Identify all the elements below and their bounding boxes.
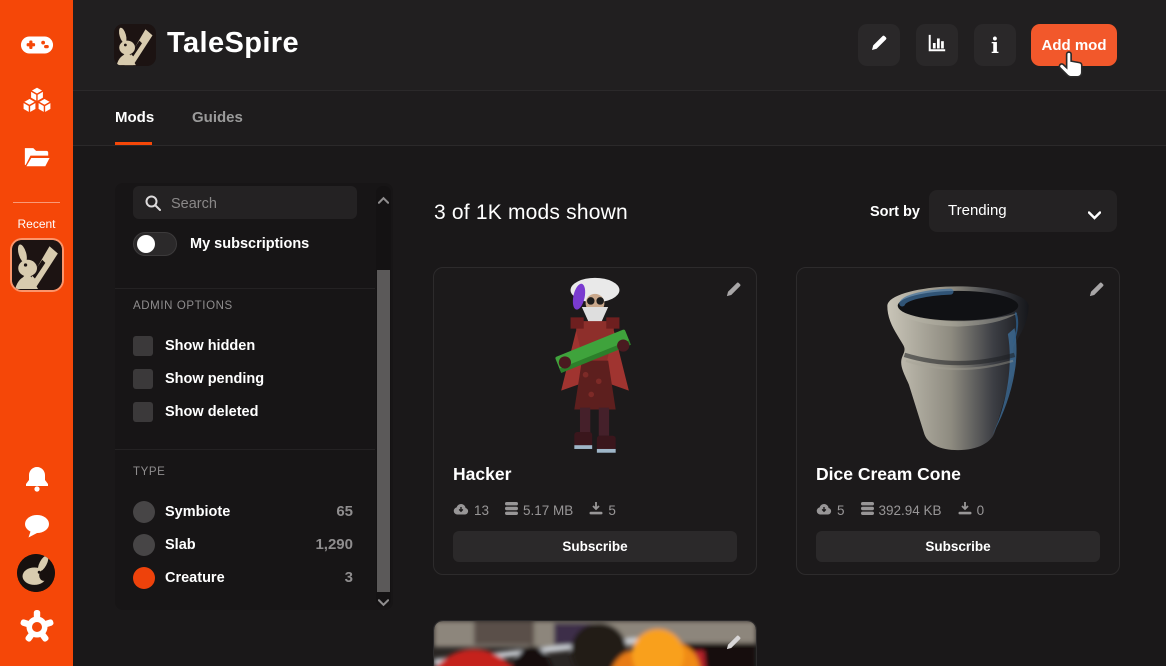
mod-stats: 13 5.17 MB 5	[453, 502, 616, 518]
checkbox-label: Show deleted	[165, 402, 258, 422]
filesize-stack-icon	[861, 502, 874, 518]
subscribers-value: 0	[977, 503, 985, 518]
type-section-title: TYPE	[133, 466, 165, 478]
type-count: 3	[345, 567, 353, 589]
filesize-value: 392.94 KB	[879, 503, 942, 518]
subscribers-value: 5	[608, 503, 616, 518]
search-input[interactable]	[169, 186, 353, 221]
type-count: 65	[336, 501, 353, 523]
bar-chart-icon	[927, 33, 947, 58]
main-content: My subscriptions ADMIN OPTIONS Show hidd…	[73, 146, 1166, 666]
page-header: TaleSpire i Add mod	[73, 0, 1166, 91]
checkbox-label: Show hidden	[165, 336, 255, 356]
mod-title: Dice Cream Cone	[816, 464, 961, 485]
sort-dropdown[interactable]: Trending	[929, 190, 1117, 232]
type-filter-slab[interactable]: Slab 1,290	[133, 534, 357, 556]
my-subscriptions-toggle[interactable]	[133, 232, 177, 256]
checkbox-box[interactable]	[133, 402, 153, 422]
radio-circle-selected[interactable]	[133, 567, 155, 589]
tab-bar: Mods Guides	[73, 91, 1166, 146]
gamepad-icon[interactable]	[20, 33, 54, 62]
toggle-knob	[137, 235, 155, 253]
user-avatar[interactable]	[17, 554, 55, 592]
subscribe-button[interactable]: Subscribe	[453, 531, 737, 562]
radio-circle[interactable]	[133, 501, 155, 523]
filter-panel: My subscriptions ADMIN OPTIONS Show hidd…	[115, 183, 393, 610]
chevron-down-icon	[1088, 207, 1101, 225]
mod-thumbnail-dice-cream-cone	[846, 276, 1071, 467]
checkbox-label: Show pending	[165, 369, 264, 389]
type-label: Creature	[165, 567, 225, 589]
downloads-cloud-icon	[453, 503, 469, 518]
tab-mods[interactable]: Mods	[115, 91, 154, 145]
mod-thumbnail-photo	[434, 621, 756, 666]
downloads-value: 5	[837, 503, 845, 518]
mod-card-dice-cream-cone[interactable]: Dice Cream Cone 5 392.94 KB 0 Subscribe	[796, 267, 1120, 575]
info-button[interactable]: i	[974, 24, 1016, 66]
downloads-cloud-icon	[816, 503, 832, 518]
my-subscriptions-label: My subscriptions	[190, 232, 309, 256]
scroll-up-icon[interactable]	[378, 191, 389, 199]
type-filter-symbiote[interactable]: Symbiote 65	[133, 501, 357, 523]
sort-by-label: Sort by	[870, 200, 920, 224]
type-label: Symbiote	[165, 501, 230, 523]
mod-title: Hacker	[453, 464, 511, 485]
recent-section-label: Recent	[0, 217, 73, 231]
edit-mod-icon[interactable]	[725, 281, 742, 298]
mod-card-partial[interactable]	[433, 620, 757, 666]
type-filter-creature[interactable]: Creature 3	[133, 567, 357, 589]
folder-icon[interactable]	[23, 145, 51, 173]
results-summary: 3 of 1K mods shown	[434, 201, 628, 225]
mod-stats: 5 392.94 KB 0	[816, 502, 984, 518]
admin-options-title: ADMIN OPTIONS	[133, 300, 233, 312]
chat-icon[interactable]	[24, 514, 50, 543]
radio-circle[interactable]	[133, 534, 155, 556]
sidebar-divider	[13, 202, 60, 203]
talespire-game-icon	[12, 240, 62, 290]
page-title: TaleSpire	[167, 27, 299, 60]
downloads-value: 13	[474, 503, 489, 518]
modio-cog-icon[interactable]	[20, 610, 54, 649]
sidebar-item-talespire[interactable]	[12, 240, 62, 290]
filesize-stack-icon	[505, 502, 518, 518]
pencil-icon	[870, 34, 888, 57]
type-label: Slab	[165, 534, 196, 556]
type-count: 1,290	[315, 534, 353, 556]
mod-thumbnail-hacker	[520, 276, 670, 469]
cubes-icon[interactable]	[22, 85, 52, 120]
subscribers-download-icon	[589, 502, 603, 518]
panel-divider	[115, 288, 375, 289]
sort-value: Trending	[948, 190, 1007, 232]
mod-card-hacker[interactable]: Hacker 13 5.17 MB 5 Subscribe	[433, 267, 757, 575]
edit-mod-icon[interactable]	[725, 634, 742, 651]
checkbox-box[interactable]	[133, 369, 153, 389]
panel-scrollbar[interactable]	[376, 186, 391, 607]
add-mod-button[interactable]: Add mod	[1031, 24, 1117, 66]
app-sidebar: Recent	[0, 0, 73, 666]
active-tab-indicator	[115, 142, 152, 145]
subscribe-button[interactable]: Subscribe	[816, 531, 1100, 562]
search-icon	[145, 195, 161, 216]
panel-divider	[115, 449, 375, 450]
bell-icon[interactable]	[25, 466, 49, 497]
scrollbar-thumb[interactable]	[377, 270, 390, 592]
subscribers-download-icon	[958, 502, 972, 518]
edit-mod-icon[interactable]	[1088, 281, 1105, 298]
talespire-logo	[114, 24, 156, 66]
mod-browser-window: Recent TaleSpire i Add	[0, 0, 1166, 666]
statistics-button[interactable]	[916, 24, 958, 66]
add-mod-label: Add mod	[1042, 37, 1107, 54]
checkbox-box[interactable]	[133, 336, 153, 356]
info-icon: i	[991, 35, 999, 56]
scroll-down-icon[interactable]	[378, 594, 389, 602]
tab-guides[interactable]: Guides	[192, 91, 243, 145]
filesize-value: 5.17 MB	[523, 503, 573, 518]
edit-button[interactable]	[858, 24, 900, 66]
search-box	[133, 186, 357, 219]
